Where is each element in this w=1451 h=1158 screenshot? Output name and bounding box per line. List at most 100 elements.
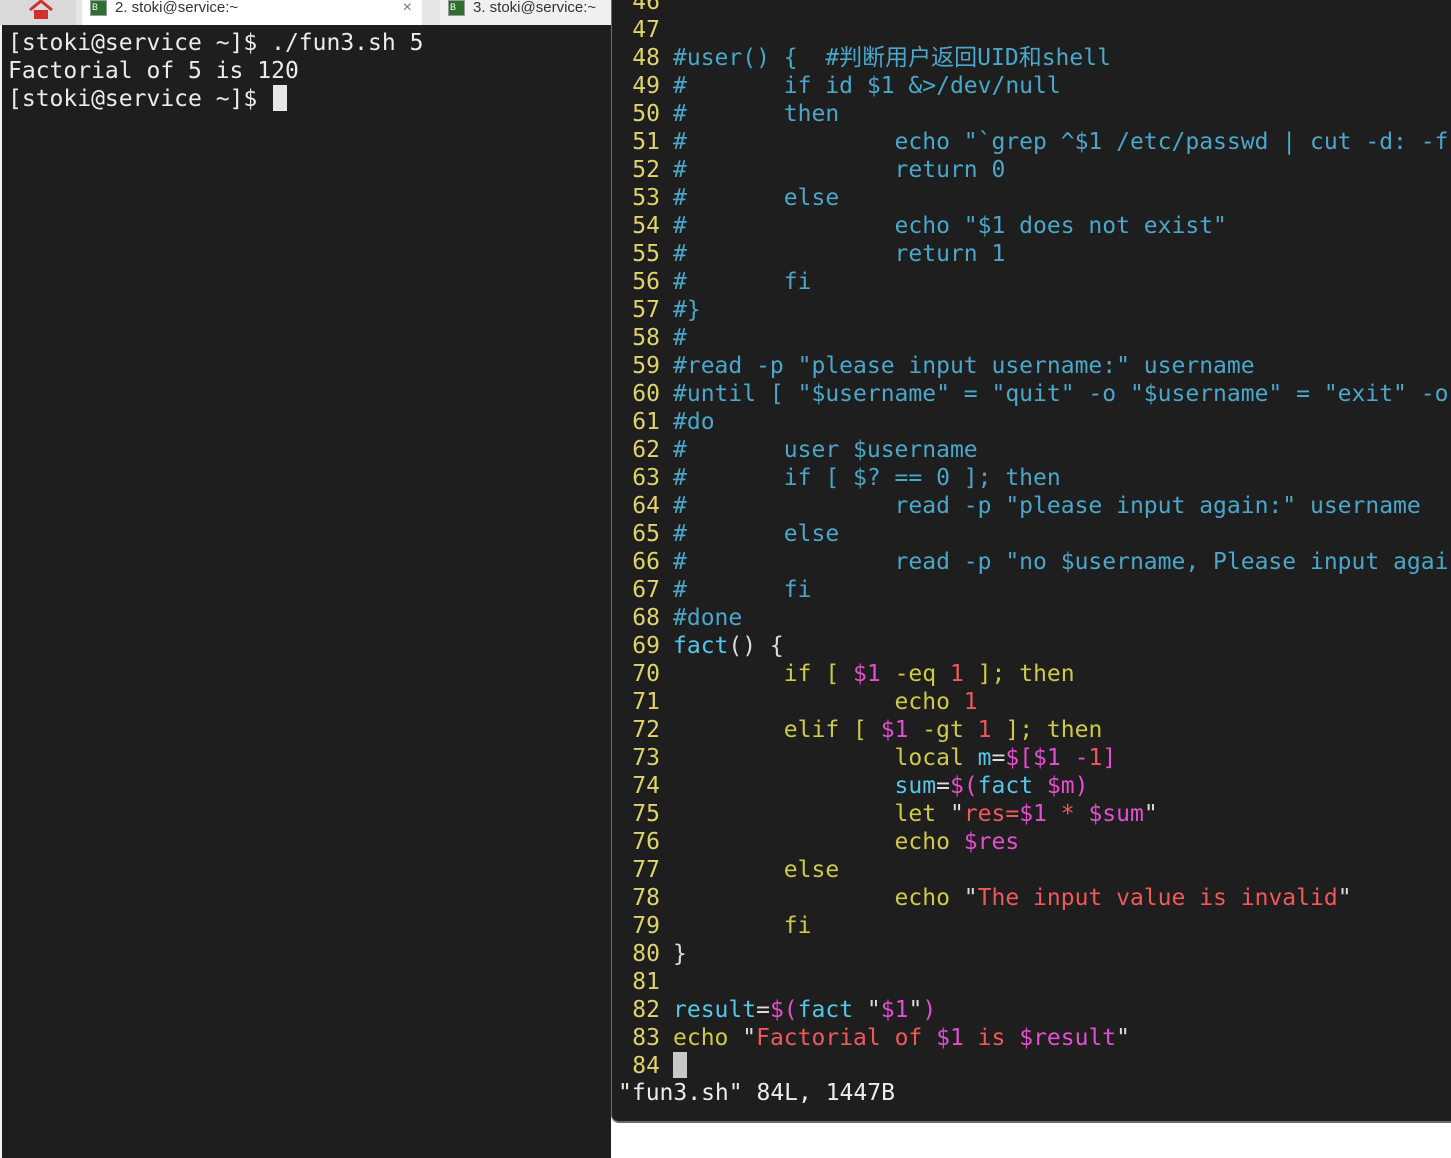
code-token: -gt [908,717,978,743]
code-text: echo "Factorial of $1 is $result" [673,1024,1130,1052]
code-text: # read -p "no $username, Please input ag… [673,548,1448,576]
code-text: #read -p "please input username:" userna… [673,352,1255,380]
code-token: # then [673,101,840,127]
terminal-cursor [273,85,288,111]
code-token: 1 [1088,745,1103,771]
code-token: $[$1 - [1005,745,1089,771]
code-token: if [ [673,661,854,687]
vim-line: 69 fact() { [612,632,1451,660]
code-text: # if id $1 &>/dev/null [673,72,1061,100]
tab-session-2[interactable]: 2. stoki@service:~ × [82,0,422,25]
code-token: = [991,745,1006,771]
terminal-prompt: [stoki@service ~]$ [8,86,272,112]
code-token: #done [673,605,743,631]
code-token: # [673,325,687,351]
tab-title: 2. stoki@service:~ [115,0,239,16]
code-text: echo 1 [673,688,978,716]
vim-status-line: "fun3.sh" 84L, 1447B [618,1080,895,1106]
vim-line: 79 fi [612,912,1451,940]
vim-line: 78 echo "The input value is invalid" [612,884,1451,912]
code-text: fi [673,912,812,940]
code-text: local m=$[$1 -1] [673,744,1117,772]
code-token: #user() { #判断用户返回UID和shell [673,45,1111,71]
vim-line: 84 [612,1052,1451,1080]
code-text: # return 1 [673,240,1005,268]
code-text: #} [673,296,701,324]
code-token: The input value is invalid [977,885,1338,911]
line-number: 54 [632,213,660,239]
line-number: 60 [632,381,660,407]
line-number: 65 [632,521,660,547]
code-token: result [673,997,757,1023]
line-number: 84 [632,1053,660,1079]
code-text: # return 0 [673,156,1005,184]
code-token: = [936,773,950,799]
close-icon[interactable]: × [403,0,412,16]
line-number: 76 [632,829,660,855]
line-number: 59 [632,353,660,379]
vim-line: 74 sum=$(fact $m) [612,772,1451,800]
vim-line: 54 # echo "$1 does not exist" [612,212,1451,240]
line-number: 74 [632,773,660,799]
vim-line: 53 # else [612,184,1451,212]
code-token: #until [ "$username" = "quit" -o "$usern… [673,381,1449,407]
vim-line: 58 # [612,324,1451,352]
vim-cursor [673,1052,687,1078]
code-text: # else [673,184,839,212]
code-token: m [977,745,992,771]
code-text: #done [673,604,742,632]
code-text: # then [673,100,839,128]
code-text: #user() { #判断用户返回UID和shell [673,44,1111,72]
line-number: 64 [632,493,660,519]
code-token: echo [673,1025,743,1051]
code-token: elif [ [673,717,881,743]
line-number: 55 [632,241,660,267]
code-token: # user $username [673,437,978,463]
vim-line: 83 echo "Factorial of $1 is $result" [612,1024,1451,1052]
vim-line: 52 # return 0 [612,156,1451,184]
line-number: 71 [632,689,660,715]
vim-line: 49 # if id $1 &>/dev/null [612,72,1451,100]
code-token: * [1046,801,1089,827]
code-token: " [949,801,964,827]
code-text: fact() { [673,632,784,660]
code-token: $sum [1088,801,1144,827]
vim-line: 76 echo $res [612,828,1451,856]
terminal-output[interactable]: [stoki@service ~]$ ./fun3.sh 5 Factorial… [2,25,611,1158]
vim-line: 47 [612,16,1451,44]
line-number: 82 [632,997,660,1023]
code-token: # read -p "no $username, Please input ag… [673,549,1449,575]
vim-editor[interactable]: "fun3.sh" 84L, 1447B 46 47 48 #user() { #判断… [611,0,1451,1123]
code-token: " [908,997,923,1023]
vim-line: 66 # read -p "no $username, Please input … [612,548,1451,576]
code-token: 1 [977,717,992,743]
code-token: $1 [853,661,881,687]
line-number: 68 [632,605,660,631]
code-text: # user $username [673,436,978,464]
code-token: # fi [673,577,812,603]
line-number: 83 [632,1025,660,1051]
code-token: ]; then [991,717,1103,743]
vim-line: 55 # return 1 [612,240,1451,268]
code-token: fi [673,913,812,939]
code-text: echo $res [673,828,1020,856]
vim-line: 64 # read -p "please input again:" userna… [612,492,1451,520]
code-token: $1 [936,1025,964,1051]
code-token: res= [963,801,1020,827]
code-text [673,1052,687,1080]
line-number: 66 [632,549,660,575]
line-number: 53 [632,185,660,211]
code-token: # else [673,185,840,211]
code-token: # else [673,521,840,547]
home-tab[interactable] [0,0,76,25]
vim-line: 62 # user $username [612,436,1451,464]
code-text: # echo "$1 does not exist" [673,212,1227,240]
vim-line: 65 # else [612,520,1451,548]
line-number: 69 [632,633,660,659]
line-number: 63 [632,465,660,491]
line-number: 70 [632,661,660,687]
code-token: # if [ $? == 0 ]; then [673,465,1061,491]
code-token: $1 [880,997,909,1023]
code-token: # echo "$1 does not exist" [673,213,1227,239]
tab-session-3[interactable]: 3. stoki@service:~ [440,0,611,25]
